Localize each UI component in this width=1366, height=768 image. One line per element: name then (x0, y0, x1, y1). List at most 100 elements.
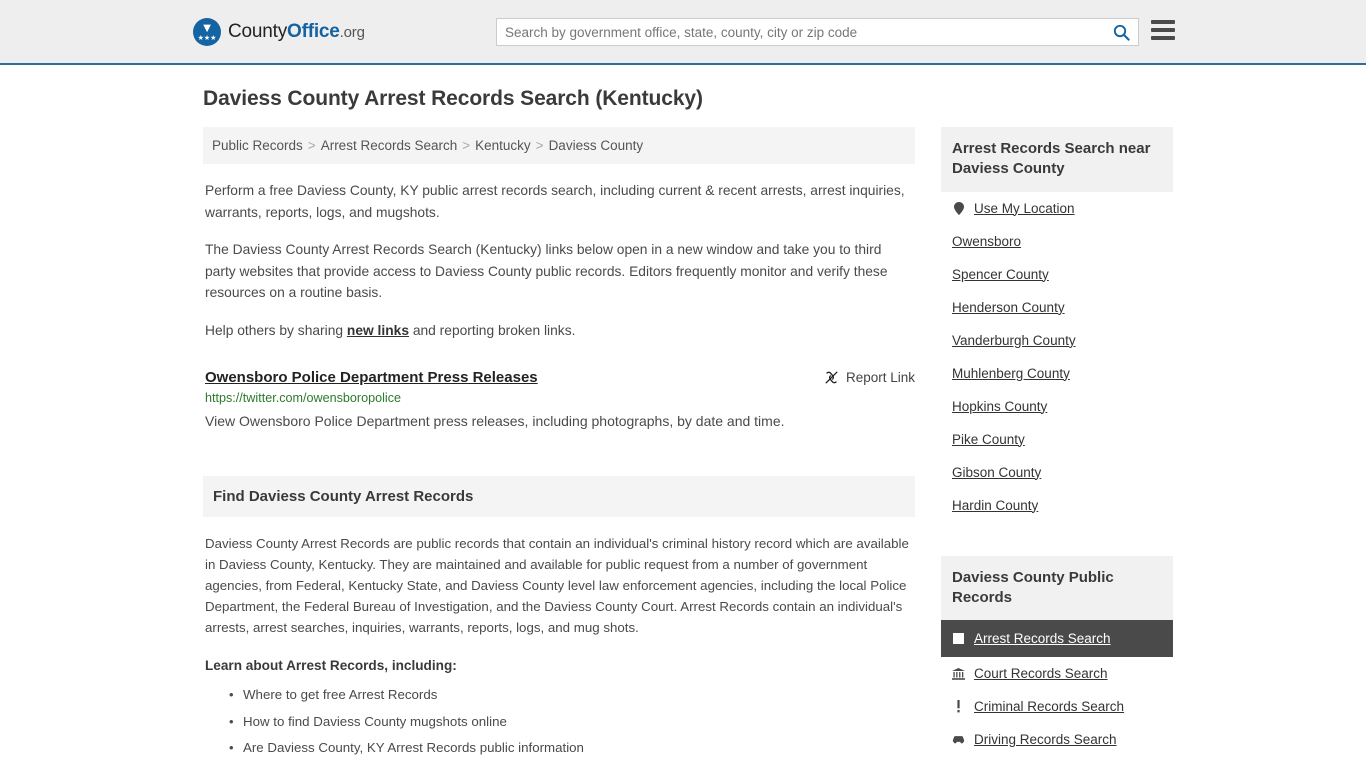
content-columns: Public Records > Arrest Records Search > Ken… (203, 127, 1366, 768)
result-item: Owensboro Police Department Press Releas… (205, 369, 915, 431)
sidebar-item-henderson-county[interactable]: Henderson County (941, 291, 1173, 324)
hamburger-bar-3 (1151, 36, 1175, 40)
sidebar-item-label: Hardin County (952, 497, 1039, 513)
public-records-heading: Daviess County Public Records (941, 555, 1173, 620)
intro-paragraph-1: Perform a free Daviess County, KY public… (205, 183, 905, 220)
main-content: Public Records > Arrest Records Search > Ken… (203, 127, 915, 768)
sidebar-item-label: Driving Records Search (974, 732, 1117, 747)
sidebar-item-driving-records-search[interactable]: Driving Records Search (941, 723, 1173, 756)
logo-text-dotorg: .org (339, 23, 365, 41)
breadcrumb-item-kentucky[interactable]: Kentucky (475, 138, 531, 153)
list-item: Muhlenberg County (941, 357, 1173, 390)
search-input[interactable] (497, 19, 1104, 45)
breadcrumb-item-public-records[interactable]: Public Records (212, 138, 303, 153)
report-link-button[interactable]: Report Link (824, 370, 915, 385)
hamburger-menu-icon[interactable] (1151, 20, 1175, 40)
car-icon (952, 735, 965, 744)
page-title: Daviess County Arrest Records Search (Ke… (203, 87, 703, 110)
list-item: Arrest Records Search (941, 620, 1173, 657)
sidebar-item-vanderburgh-county[interactable]: Vanderburgh County (941, 324, 1173, 357)
intro-paragraph-2: The Daviess County Arrest Records Search… (205, 242, 888, 301)
breadcrumb-separator-1: > (307, 138, 316, 153)
report-link-label: Report Link (845, 370, 915, 386)
page-container: Daviess County Arrest Records Search (Ke… (0, 87, 1366, 768)
sidebar-item-label: Pike County (952, 431, 1025, 447)
sidebar-item-pike-county[interactable]: Pike County (941, 423, 1173, 456)
sidebar-item-owensboro[interactable]: Owensboro (941, 225, 1173, 258)
sidebar-item-muhlenberg-county[interactable]: Muhlenberg County (941, 357, 1173, 390)
search-bar[interactable] (496, 18, 1139, 46)
nearby-searches-heading: Arrest Records Search near Daviess Count… (941, 127, 1173, 192)
sidebar-item-label: Vanderburgh County (952, 332, 1076, 348)
breadcrumb-separator-2: > (462, 138, 471, 153)
search-icon (1113, 24, 1130, 41)
share-text-after: and reporting broken links. (409, 322, 576, 338)
list-item: Hopkins County (941, 390, 1173, 423)
sidebar-item-court-records-search[interactable]: Court Records Search (941, 657, 1173, 690)
site-logo[interactable]: ▼ ★★★ CountyOffice.org (193, 17, 365, 46)
list-item: Pike County (941, 423, 1173, 456)
list-item: Henderson County (941, 291, 1173, 324)
share-text-before: Help others by sharing (205, 322, 347, 338)
sidebar-item-label: Court Records Search (974, 666, 1108, 681)
sidebar: Arrest Records Search near Daviess Count… (941, 127, 1173, 756)
sidebar-item-label: Arrest Records Search (974, 631, 1111, 646)
breadcrumb: Public Records > Arrest Records Search > Ken… (203, 127, 915, 164)
broken-link-icon (825, 371, 838, 384)
public-records-box: Daviess County Public Records Arrest Rec… (941, 555, 1173, 757)
sidebar-item-label: Use My Location (974, 200, 1075, 216)
sidebar-item-use-my-location[interactable]: Use My Location (941, 192, 1173, 225)
result-url[interactable]: https://twitter.com/owensboropolice (205, 391, 915, 405)
result-header-row: Owensboro Police Department Press Releas… (205, 369, 915, 386)
sidebar-item-hopkins-county[interactable]: Hopkins County (941, 390, 1173, 423)
sidebar-item-label: Gibson County (952, 464, 1042, 480)
find-records-paragraph: Daviess County Arrest Records are public… (205, 536, 909, 636)
hamburger-bar-1 (1151, 20, 1175, 24)
list-item: Are Daviess County, KY Arrest Records pu… (229, 738, 915, 758)
hamburger-bar-2 (1151, 28, 1175, 32)
sidebar-item-label: Criminal Records Search (974, 699, 1125, 714)
list-item: Use My Location (941, 192, 1173, 225)
learn-about-heading: Learn about Arrest Records, including: (205, 658, 457, 674)
new-links-link[interactable]: new links (347, 323, 409, 338)
breadcrumb-item-daviess-county[interactable]: Daviess County (549, 138, 644, 153)
list-item: Vanderburgh County (941, 324, 1173, 357)
sidebar-item-gibson-county[interactable]: Gibson County (941, 456, 1173, 489)
map-pin-icon (952, 201, 965, 215)
sidebar-item-spencer-county[interactable]: Spencer County (941, 258, 1173, 291)
sidebar-item-label: Muhlenberg County (952, 365, 1070, 381)
result-title-link[interactable]: Owensboro Police Department Press Releas… (205, 369, 538, 386)
sidebar-item-hardin-county[interactable]: Hardin County (941, 489, 1173, 522)
sidebar-item-criminal-records-search[interactable]: Criminal Records Search (941, 690, 1173, 723)
stars-glyph: ★★★ (197, 34, 217, 42)
countyoffice-logo-icon: ▼ ★★★ (193, 17, 221, 46)
sidebar-item-label: Hopkins County (952, 398, 1048, 414)
logo-text-office: Office (287, 20, 340, 42)
result-description: View Owensboro Police Department press r… (205, 413, 785, 430)
list-item: Owensboro (941, 225, 1173, 258)
square-icon (952, 633, 965, 644)
list-item: Driving Records Search (941, 723, 1173, 756)
list-item: How to see someone's criminal record (229, 764, 915, 768)
list-item: Where to get free Arrest Records (229, 685, 915, 705)
courthouse-icon (952, 667, 965, 680)
nearby-searches-box: Arrest Records Search near Daviess Count… (941, 127, 1173, 522)
exclamation-icon (952, 700, 965, 713)
list-item: Criminal Records Search (941, 690, 1173, 723)
list-item: How to find Daviess County mugshots onli… (229, 712, 915, 732)
intro-paragraph-3: Help others by sharing new links and rep… (205, 320, 915, 342)
sidebar-item-label: Spencer County (952, 266, 1049, 282)
public-records-list: Arrest Records Search Court Records Sear… (941, 620, 1173, 756)
find-records-section-heading: Find Daviess County Arrest Records (203, 476, 915, 518)
site-header: ▼ ★★★ CountyOffice.org (0, 0, 1366, 65)
sidebar-item-arrest-records-search[interactable]: Arrest Records Search (941, 620, 1173, 657)
logo-text-county: County (228, 20, 288, 42)
learn-about-list: Where to get free Arrest Records How to … (203, 685, 915, 768)
sidebar-item-label: Henderson County (952, 299, 1065, 315)
search-button[interactable] (1104, 19, 1138, 45)
eagle-glyph: ▼ (200, 19, 214, 35)
breadcrumb-item-arrest-records-search[interactable]: Arrest Records Search (321, 138, 458, 153)
logo-wordmark: CountyOffice.org (228, 21, 365, 43)
nearby-searches-list: Use My Location Owensboro Spencer County… (941, 192, 1173, 522)
list-item: Spencer County (941, 258, 1173, 291)
